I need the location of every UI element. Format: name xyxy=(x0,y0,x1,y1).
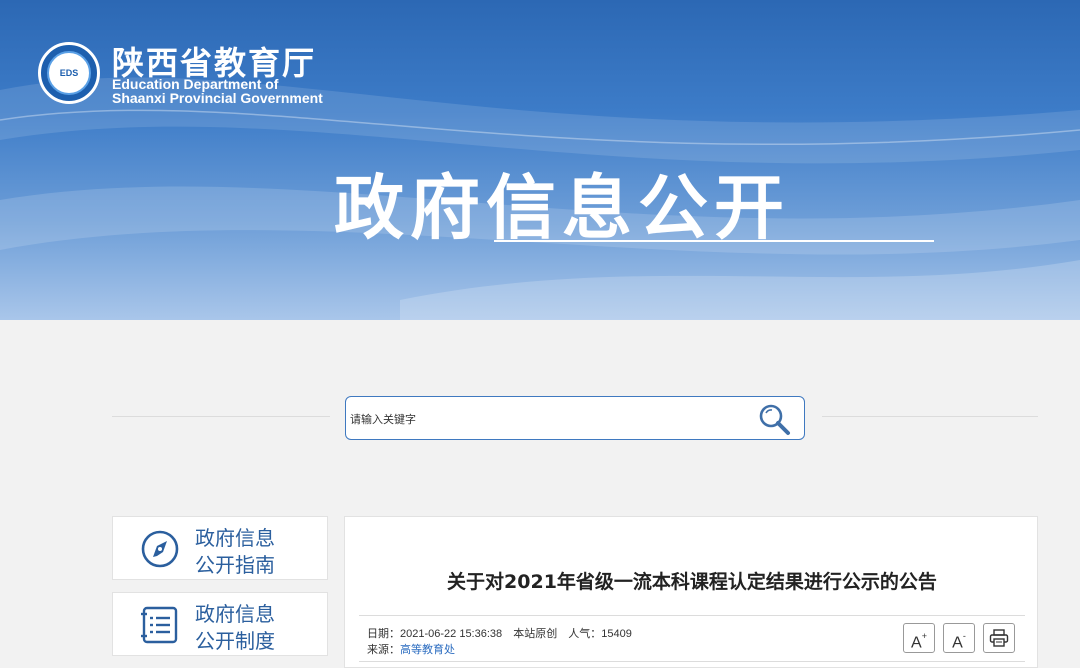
meta-divider-bottom xyxy=(359,661,1025,662)
document-list-icon xyxy=(141,606,178,644)
compass-icon xyxy=(141,530,179,568)
font-decrease-sup: - xyxy=(962,631,966,641)
source-label: 来源： xyxy=(367,644,400,656)
sidebar-item-guide[interactable]: 政府信息 公开指南 xyxy=(112,516,328,580)
article-views: 人气：15409 xyxy=(568,628,632,640)
article-meta: 日期：2021-06-22 15:36:38 本站原创 人气：15409 xyxy=(367,625,640,641)
sidebar-item-regulations[interactable]: 政府信息 公开制度 xyxy=(112,592,328,656)
search-divider-left xyxy=(112,416,330,417)
article-source: 来源：高等教育处 xyxy=(367,641,455,657)
font-increase-sup: + xyxy=(921,631,927,641)
org-name-en-line2: Shaanxi Provincial Government xyxy=(112,90,323,106)
article-origin: 本站原创 xyxy=(513,628,558,640)
sidebar-item-label: 政府信息 公开制度 xyxy=(195,602,275,653)
search-box[interactable]: 请输入关键字 xyxy=(345,396,805,440)
font-increase-label: A xyxy=(911,634,922,652)
font-increase-button[interactable]: A+ xyxy=(903,623,935,653)
article-date: 日期：2021-06-22 15:36:38 xyxy=(367,628,503,640)
search-input[interactable]: 请输入关键字 xyxy=(350,411,416,427)
hero-underline xyxy=(494,240,934,242)
print-button[interactable] xyxy=(983,623,1015,653)
department-logo[interactable]: EDS xyxy=(38,42,100,104)
source-link[interactable]: 高等教育处 xyxy=(400,644,455,656)
header-banner: EDS 陕西省教育厅 Education Department of Shaan… xyxy=(0,0,1080,320)
article-title: 关于对2021年省级一流本科课程认定结果进行公示的公告 xyxy=(447,571,937,593)
logo-emblem: EDS xyxy=(47,51,91,95)
search-icon[interactable] xyxy=(756,402,792,436)
sidebar-item-label: 政府信息 公开指南 xyxy=(195,526,275,577)
hero-title: 政府信息公开 xyxy=(334,167,790,249)
font-decrease-label: A xyxy=(952,634,963,652)
printer-icon xyxy=(989,629,1009,647)
meta-divider-top xyxy=(359,615,1025,616)
article-card: 关于对2021年省级一流本科课程认定结果进行公示的公告 日期：2021-06-2… xyxy=(344,516,1038,668)
font-decrease-button[interactable]: A- xyxy=(943,623,975,653)
search-divider-right xyxy=(822,416,1038,417)
